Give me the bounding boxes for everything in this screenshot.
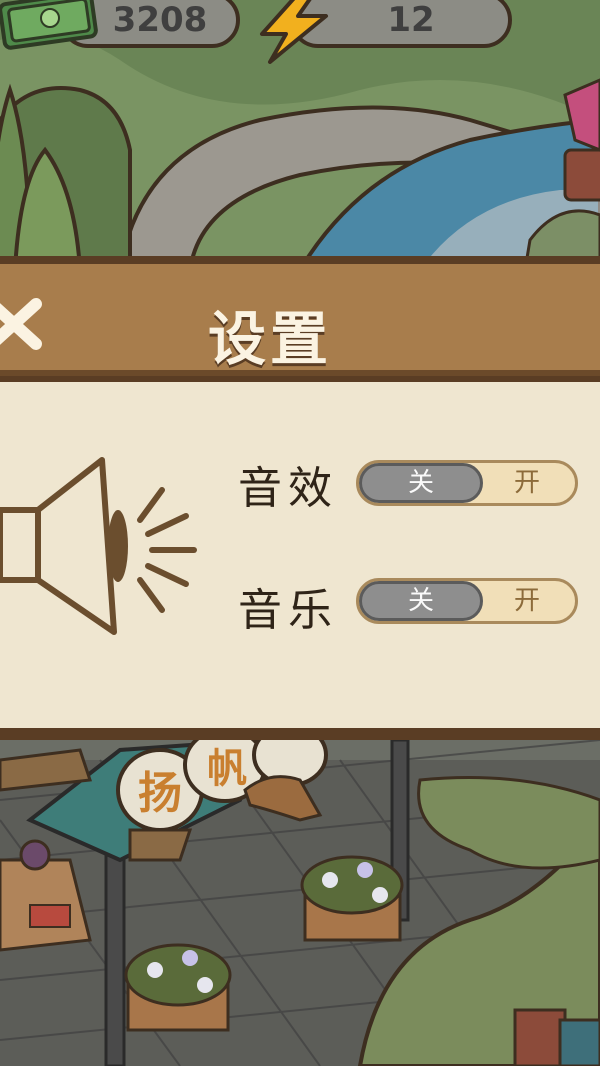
settings-body: 音效 关 开 音乐 关 开 (0, 382, 600, 728)
close-x-icon (0, 298, 42, 350)
sound-effects-label: 音效 (238, 463, 338, 514)
toggle-on-label: 开 (513, 586, 540, 616)
close-button[interactable] (0, 290, 50, 360)
shop-sign-char-2: 帆 (207, 746, 247, 792)
music-toggle[interactable]: 关 开 (356, 578, 578, 624)
lightning-icon (248, 0, 338, 68)
shop-sign-char-1: 扬 (138, 768, 182, 819)
energy-value: 12 (387, 0, 435, 40)
speaker-icon (0, 450, 200, 644)
cash-stack-icon (0, 0, 100, 54)
sound-effects-toggle[interactable]: 关 开 (356, 460, 578, 506)
toggle-off-label: 关 (407, 468, 434, 498)
settings-dialog: 设置 音效 关 开 音乐 关 开 (0, 256, 600, 740)
coins-value: 3208 (112, 0, 208, 40)
flower-box-2 (124, 943, 232, 1032)
music-label: 音乐 (238, 585, 338, 636)
settings-title: 设置 (208, 305, 333, 373)
toggle-off-label: 关 (407, 586, 434, 616)
flower-box-1 (300, 855, 404, 942)
settings-header: 设置 (0, 264, 600, 376)
toggle-on-label: 开 (513, 468, 540, 498)
